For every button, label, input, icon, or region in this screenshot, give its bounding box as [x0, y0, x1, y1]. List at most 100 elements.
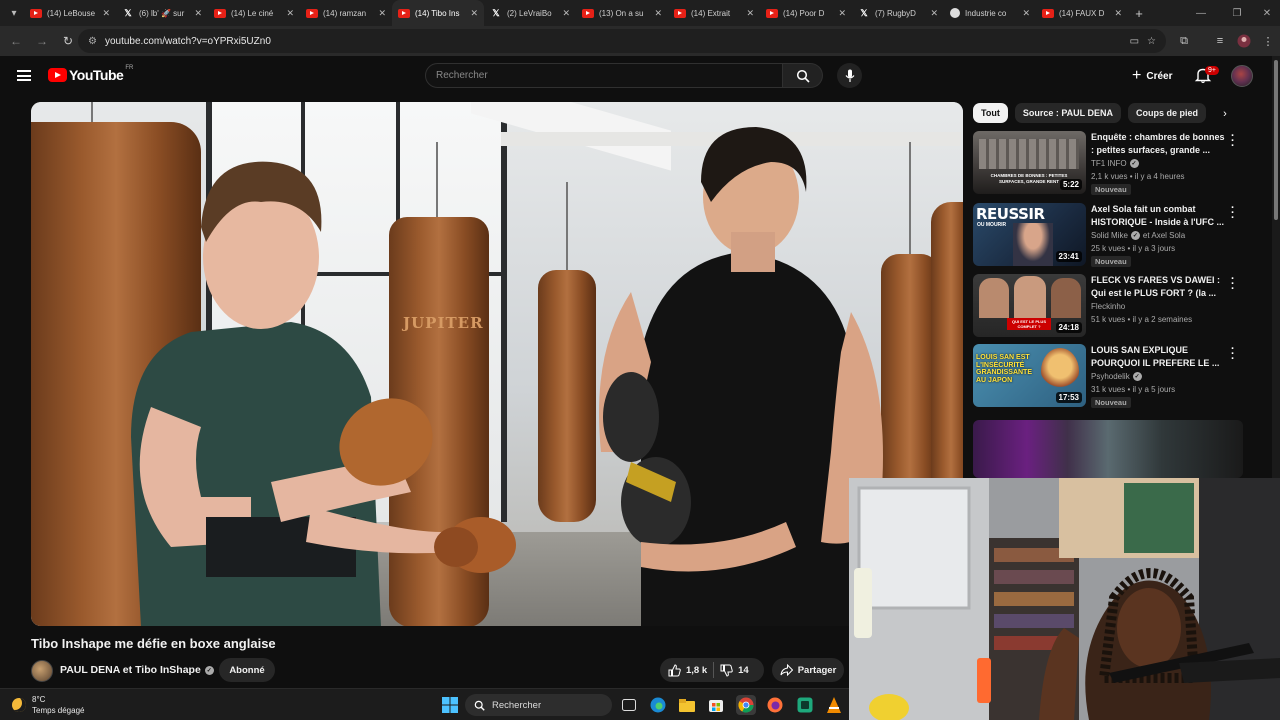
chip-source[interactable]: Source : PAUL DENA: [1014, 103, 1122, 123]
close-tab-icon[interactable]: ✕: [194, 8, 202, 19]
close-tab-icon[interactable]: ✕: [1114, 8, 1122, 19]
recommendation-item[interactable]: LOUIS SAN EST L'INSÉCURITÉ GRANDISSANTE …: [973, 344, 1243, 410]
close-tab-icon[interactable]: ✕: [102, 8, 110, 19]
recommendation-title[interactable]: Enquête : chambres de bonnes : petites s…: [1091, 131, 1229, 157]
like-button[interactable]: 1,8 k: [660, 658, 707, 682]
close-window-icon[interactable]: ✕: [1252, 0, 1280, 26]
browser-tab[interactable]: (14) FAUX D ✕: [1036, 0, 1128, 26]
new-tab-button[interactable]: +: [1130, 4, 1148, 22]
bookmark-star-icon[interactable]: ☆: [1147, 36, 1156, 47]
channel-avatar[interactable]: [31, 660, 53, 682]
youtube-logo[interactable]: YouTube FR: [48, 65, 133, 83]
task-view-icon[interactable]: [619, 695, 639, 715]
chevron-right-icon[interactable]: ›: [1217, 106, 1233, 122]
share-arrow-icon: [780, 664, 793, 676]
dislike-button[interactable]: 14: [720, 658, 749, 682]
browser-tab[interactable]: (14) Poor D ✕: [760, 0, 852, 26]
recommendation-title[interactable]: Axel Sola fait un combat HISTORIQUE - In…: [1091, 203, 1229, 229]
browser-tab[interactable]: (14) Le ciné ✕: [208, 0, 300, 26]
browser-menu-icon[interactable]: ⋮: [1256, 29, 1280, 53]
recommendation-channel[interactable]: Fleckinho: [1091, 302, 1125, 311]
recommendation-item[interactable]: CHAMBRES DE BONNES : PETITES SURFACES, G…: [973, 131, 1243, 197]
taskbar-search[interactable]: Rechercher: [465, 694, 612, 716]
recommendation-channel[interactable]: TF1 INFO ✓: [1091, 159, 1139, 168]
account-avatar[interactable]: [1231, 65, 1253, 87]
vlc-icon[interactable]: [824, 695, 844, 715]
address-bar[interactable]: ⚙ youtube.com/watch?v=oYPRxi5UZn0 ▭ ☆: [78, 29, 1166, 53]
weather-condition-text: Temps dégagé: [32, 706, 85, 715]
close-tab-icon[interactable]: ✕: [470, 8, 478, 19]
browser-tab[interactable]: (13) On a su ✕: [576, 0, 668, 26]
create-button[interactable]: + Créer: [1124, 64, 1180, 88]
browser-tab[interactable]: 𝕏 (2) LeVraiBo ✕: [484, 0, 576, 26]
firefox-icon[interactable]: [765, 695, 785, 715]
close-tab-icon[interactable]: ✕: [930, 8, 938, 19]
channel-name: PAUL DENA et Tibo InShape: [60, 664, 201, 676]
chip-coups-de-pied[interactable]: Coups de pied: [1128, 103, 1207, 123]
chrome-icon[interactable]: [736, 695, 756, 715]
back-icon[interactable]: ←: [4, 29, 28, 53]
reload-icon[interactable]: ↻: [56, 29, 80, 53]
search-input[interactable]: Rechercher: [425, 63, 783, 88]
browser-tab[interactable]: (14) Extrait ✕: [668, 0, 760, 26]
close-tab-icon[interactable]: ✕: [838, 8, 846, 19]
recommendation-item[interactable]: QUI EST LE PLUS COMPLET ? 24:18 FLECK VS…: [973, 274, 1243, 340]
duration-badge: 23:41: [1055, 251, 1082, 262]
browser-tab[interactable]: 𝕏 (7) RugbyD ✕: [852, 0, 944, 26]
logo-wordmark: YouTube: [69, 67, 124, 83]
close-tab-icon[interactable]: ✕: [746, 8, 754, 19]
recommendation-channel[interactable]: Solid Mike ✓ et Axel Sola: [1091, 231, 1185, 240]
voice-search-button[interactable]: [837, 63, 862, 88]
guide-menu-icon[interactable]: [17, 70, 31, 81]
browser-tab[interactable]: 𝕏 (6) lb' 🚀 sur ✕: [116, 0, 208, 26]
chip-tout[interactable]: Tout: [973, 103, 1008, 123]
browser-tab-strip: ▾ (14) LeBouse ✕ 𝕏 (6) lb' 🚀 sur ✕ (14) Le ci…: [0, 0, 1280, 26]
tab-title: (7) RugbyD: [875, 8, 916, 18]
search-button[interactable]: [783, 63, 823, 88]
media-icon[interactable]: ≡: [1208, 29, 1232, 53]
weather-widget[interactable]: 8°C Temps dégagé: [12, 694, 84, 716]
site-info-icon[interactable]: ⚙: [88, 36, 97, 47]
close-tab-icon[interactable]: ✕: [1022, 8, 1030, 19]
subscribe-button[interactable]: Abonné: [219, 658, 275, 682]
more-options-icon[interactable]: · · ·: [1231, 344, 1235, 365]
more-options-icon[interactable]: · · ·: [1231, 131, 1235, 152]
recommendation-channel[interactable]: Psyhodelik ✓: [1091, 372, 1142, 381]
shorts-thumbnail-row[interactable]: [973, 420, 1243, 478]
recommendation-title[interactable]: FLECK VS FARES VS DAWEI : Qui est le PLU…: [1091, 274, 1229, 300]
restore-icon[interactable]: ❐: [1222, 0, 1252, 26]
video-thumbnail[interactable]: CHAMBRES DE BONNES : PETITES SURFACES, G…: [973, 131, 1086, 194]
more-options-icon[interactable]: · · ·: [1231, 203, 1235, 224]
browser-tab[interactable]: (14) ramzan ✕: [300, 0, 392, 26]
store-icon[interactable]: [706, 695, 726, 715]
video-thumbnail[interactable]: LOUIS SAN EST L'INSÉCURITÉ GRANDISSANTE …: [973, 344, 1086, 407]
video-thumbnail[interactable]: REUSSIR OU MOURIR 23:41: [973, 203, 1086, 266]
edge-icon[interactable]: [648, 695, 668, 715]
app-icon-green[interactable]: [795, 695, 815, 715]
video-player[interactable]: JUPITER: [31, 102, 963, 626]
video-person-left: [131, 161, 516, 626]
extensions-icon[interactable]: ⧉: [1172, 29, 1196, 53]
recommendation-item[interactable]: REUSSIR OU MOURIR 23:41 Axel Sola fait u…: [973, 203, 1243, 269]
browser-tab[interactable]: Industrie co ✕: [944, 0, 1036, 26]
windows-start-icon[interactable]: [440, 695, 460, 715]
minimize-icon[interactable]: —: [1186, 0, 1216, 26]
forward-icon[interactable]: →: [30, 29, 54, 53]
browser-tab[interactable]: (14) LeBouse ✕: [24, 0, 116, 26]
file-explorer-icon[interactable]: [677, 695, 697, 715]
more-options-icon[interactable]: · · ·: [1231, 274, 1235, 295]
channel-name-link[interactable]: PAUL DENA et Tibo InShape ✓: [60, 664, 214, 676]
thumbnail-caption: QUI EST LE PLUS COMPLET ?: [1007, 318, 1051, 330]
close-tab-icon[interactable]: ✕: [654, 8, 662, 19]
close-tab-icon[interactable]: ✕: [286, 8, 294, 19]
close-tab-icon[interactable]: ✕: [378, 8, 386, 19]
profile-icon[interactable]: [1232, 29, 1256, 53]
share-button[interactable]: Partager: [772, 658, 844, 682]
cast-icon[interactable]: ▭: [1130, 36, 1139, 47]
video-thumbnail[interactable]: QUI EST LE PLUS COMPLET ? 24:18: [973, 274, 1086, 337]
tab-search-chevron-icon[interactable]: ▾: [4, 3, 24, 23]
recommendation-title[interactable]: LOUIS SAN EXPLIQUE POURQUOI IL PREFERE L…: [1091, 344, 1229, 370]
browser-tab[interactable]: (14) Tibo Ins ✕: [392, 0, 484, 26]
like-count: 1,8 k: [686, 664, 708, 676]
close-tab-icon[interactable]: ✕: [562, 8, 570, 19]
